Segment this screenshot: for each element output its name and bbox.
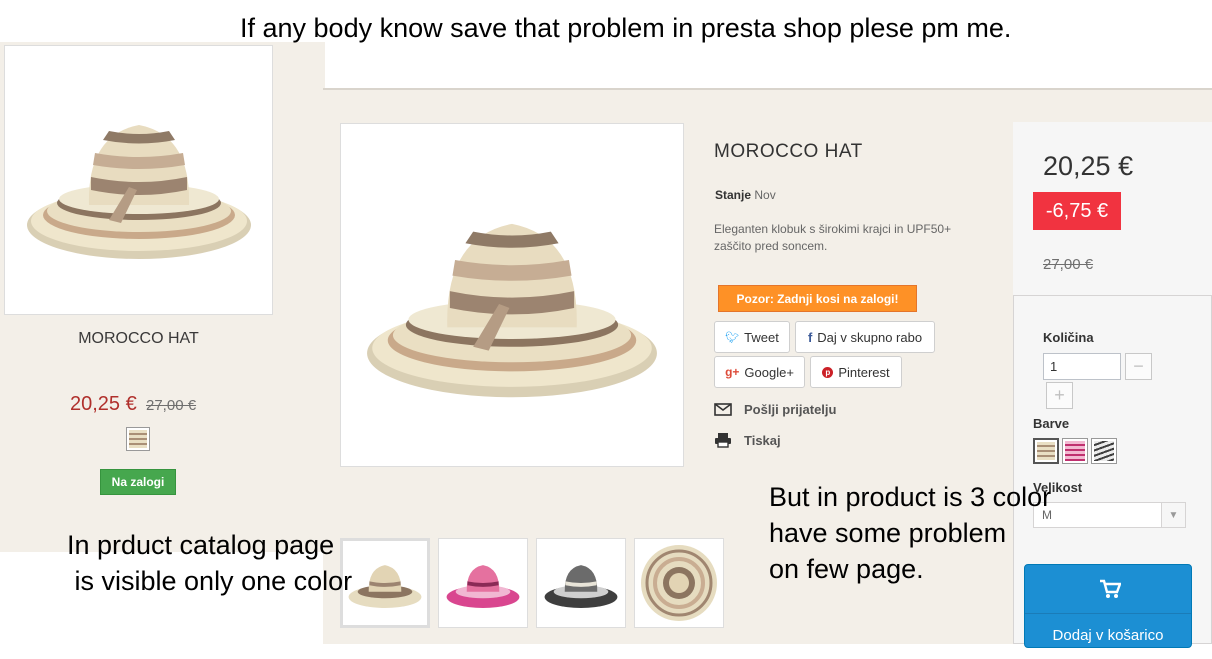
quantity-decrease-button[interactable]: −: [1125, 353, 1152, 380]
cart-icon: [1100, 579, 1121, 598]
catalog-product-image[interactable]: [4, 45, 273, 315]
add-to-cart-label: Dodaj v košarico: [1052, 627, 1164, 644]
send-friend-label: Pošlji prijatelju: [744, 402, 837, 417]
color-swatch-gray[interactable]: [1091, 438, 1117, 464]
annotation-top: If any body know save that problem in pr…: [240, 13, 1012, 43]
thumbnail-beige[interactable]: [340, 538, 430, 628]
pinterest-button[interactable]: p Pinterest: [810, 356, 902, 388]
quantity-increase-button[interactable]: +: [1046, 382, 1073, 409]
google-plus-button[interactable]: g+ Google+: [714, 356, 805, 388]
condition-value: Nov: [754, 188, 776, 202]
tweet-button[interactable]: 🐦︎ Tweet: [714, 321, 790, 353]
hat-image-icon: [367, 223, 657, 398]
condition-row: Stanje Nov: [715, 188, 776, 202]
annotation-right: But in product is 3 color have some prob…: [769, 482, 1052, 584]
button-divider: [1025, 613, 1191, 614]
share-label: Daj v skupno rabo: [817, 329, 923, 345]
color-label: Barve: [1033, 416, 1070, 431]
annotation-left: In prduct catalog page is visible only o…: [67, 530, 353, 596]
quantity-label: Količina: [1043, 330, 1094, 345]
plus-icon: +: [1054, 385, 1065, 405]
google-label: Google+: [744, 364, 794, 380]
print-label: Tiskaj: [744, 432, 781, 448]
catalog-old-price: 27,00 €: [146, 397, 197, 414]
hat-image-icon: [26, 125, 251, 259]
facebook-icon: f: [807, 329, 813, 345]
thumbnail-pink[interactable]: [438, 538, 528, 628]
catalog-price: 20,25 €: [70, 393, 137, 415]
printer-icon: [715, 433, 731, 448]
thumbnail-gray[interactable]: [536, 538, 626, 628]
pinterest-label: Pinterest: [838, 364, 890, 380]
low-stock-warning: Pozor: Zadnji kosi na zalogi!: [718, 285, 917, 312]
twitter-icon: 🐦︎: [725, 331, 740, 344]
buy-box-old-price: 27,00 €: [1043, 256, 1094, 273]
size-select[interactable]: M ▼: [1033, 502, 1186, 528]
divider: [323, 88, 1212, 90]
tweet-label: Tweet: [744, 329, 779, 345]
chevron-down-icon: ▼: [1161, 503, 1185, 527]
pinterest-icon: p: [822, 366, 834, 378]
thumbnail-top-view[interactable]: [634, 538, 724, 628]
buy-box-price: 20,25 €: [1043, 151, 1134, 181]
facebook-share-button[interactable]: f Daj v skupno rabo: [795, 321, 935, 353]
color-swatch-beige[interactable]: [1033, 438, 1059, 464]
product-description: Eleganten klobuk s širokimi krajci in UP…: [714, 222, 952, 253]
hat-thumbnail-icon: [544, 565, 618, 609]
hat-thumbnail-icon: [348, 565, 422, 609]
send-friend-link[interactable]: Pošlji prijatelju: [714, 402, 836, 417]
discount-badge: -6,75 €: [1033, 192, 1121, 230]
color-swatch-pink[interactable]: [1062, 438, 1088, 464]
print-link[interactable]: Tiskaj: [714, 432, 781, 448]
hat-top-view-icon: [641, 545, 717, 621]
catalog-product-name[interactable]: MOROCCO HAT: [4, 330, 273, 348]
google-plus-icon: g+: [725, 365, 740, 379]
product-title: MOROCCO HAT: [714, 141, 863, 162]
catalog-color-swatch[interactable]: [126, 427, 150, 451]
minus-icon: −: [1133, 356, 1144, 376]
quantity-input[interactable]: [1043, 353, 1121, 380]
stock-badge: Na zalogi: [100, 469, 176, 495]
condition-label: Stanje: [715, 188, 752, 202]
hat-thumbnail-icon: [446, 565, 520, 609]
product-main-image[interactable]: [340, 123, 684, 467]
envelope-icon: [714, 403, 732, 416]
